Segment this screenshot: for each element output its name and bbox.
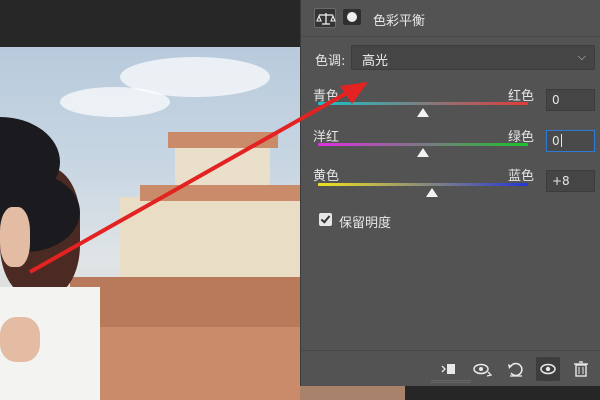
panel-title: 色彩平衡 [373,14,426,29]
magenta-green-thumb[interactable] [417,148,429,157]
yellow-blue-track[interactable] [318,183,528,186]
color-balance-adjustment-icon[interactable] [314,8,336,28]
canvas-background [405,385,600,400]
tone-select-value: 高光 [362,54,389,69]
clip-to-layer-icon[interactable] [438,357,462,381]
yellow-blue-thumb[interactable] [426,188,438,197]
preserve-luminosity-checkbox[interactable] [319,213,332,226]
slider-blue-label: 蓝色 [508,169,535,184]
cyan-red-track[interactable] [318,102,528,105]
magenta-green-value[interactable]: 0 [546,130,595,152]
trash-icon[interactable] [569,357,593,381]
yellow-blue-value[interactable]: +8 [546,170,595,192]
layer-mask-icon[interactable] [343,9,361,25]
visibility-eye-icon[interactable] [536,357,560,381]
text-caret [560,134,562,147]
panel-header: 色彩平衡 [301,0,600,37]
tone-select[interactable]: 高光 ⌵ [351,45,595,70]
preserve-luminosity-label: 保留明度 [339,216,392,231]
canvas-photo-strip [300,385,405,400]
slider-yellow-label: 黄色 [313,169,340,184]
cyan-red-thumb[interactable] [417,108,429,117]
view-previous-icon[interactable] [471,357,495,381]
panel-resize-grip[interactable] [431,380,471,383]
reset-icon[interactable] [504,357,528,381]
magenta-green-value-text: 0 [552,134,560,148]
cyan-red-value[interactable]: 0 [546,89,595,111]
properties-panel: 色彩平衡 色调: 高光 ⌵ 青色 红色 0 洋红 绿色 0 黄色 蓝色 +8 保… [300,0,600,386]
chevron-down-icon: ⌵ [577,50,586,63]
canvas-photo [0,47,300,400]
magenta-green-track[interactable] [318,143,528,146]
tone-label: 色调: [315,54,346,69]
